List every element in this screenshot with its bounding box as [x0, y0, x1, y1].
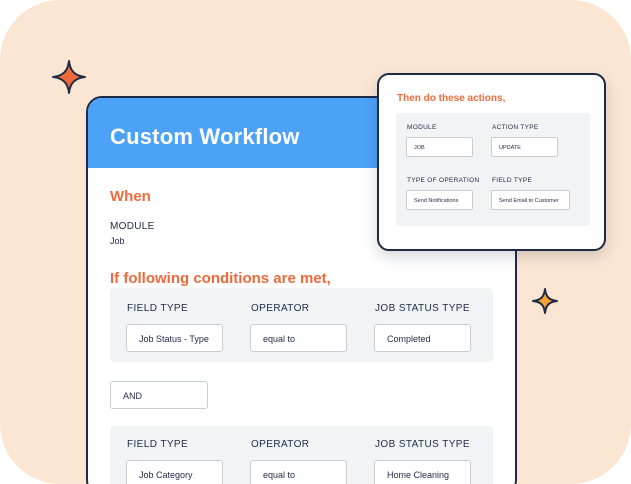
operation-type-label: TYPE OF OPERATION [407, 177, 480, 184]
actions-card: Then do these actions, MODULE ACTION TYP… [377, 73, 606, 251]
operator-select[interactable]: equal to [250, 460, 347, 484]
job-status-type-label: JOB STATUS TYPE [375, 303, 470, 314]
operation-type-select[interactable]: Send Notifications [406, 190, 473, 210]
sparkle-star-icon [52, 60, 86, 94]
actions-panel: MODULE ACTION TYPE JOB UPDATE TYPE OF OP… [396, 113, 590, 226]
action-field-type-label: FIELD TYPE [492, 177, 533, 184]
condition-row: FIELD TYPE OPERATOR JOB STATUS TYPE Job … [110, 426, 493, 484]
action-module-label: MODULE [407, 124, 437, 131]
job-status-type-label: JOB STATUS TYPE [375, 439, 470, 450]
field-type-select[interactable]: Job Category [126, 460, 223, 484]
actions-title: Then do these actions, [397, 93, 506, 104]
operator-label: OPERATOR [251, 303, 310, 314]
job-status-type-select[interactable]: Home Cleaning [374, 460, 471, 484]
action-type-label: ACTION TYPE [492, 124, 539, 131]
condition-row: FIELD TYPE OPERATOR JOB STATUS TYPE Job … [110, 288, 493, 362]
action-type-select[interactable]: UPDATE [491, 137, 558, 157]
action-module-select[interactable]: JOB [406, 137, 473, 157]
and-connector-select[interactable]: AND [110, 381, 208, 409]
sparkle-star-icon [532, 288, 558, 314]
field-type-select[interactable]: Job Status - Type [126, 324, 223, 352]
field-type-label: FIELD TYPE [127, 439, 189, 450]
operator-label: OPERATOR [251, 439, 310, 450]
conditions-heading: If following conditions are met, [110, 270, 331, 287]
job-status-type-select[interactable]: Completed [374, 324, 471, 352]
operator-select[interactable]: equal to [250, 324, 347, 352]
field-type-label: FIELD TYPE [127, 303, 189, 314]
action-field-type-select[interactable]: Send Email to Customer [491, 190, 570, 210]
